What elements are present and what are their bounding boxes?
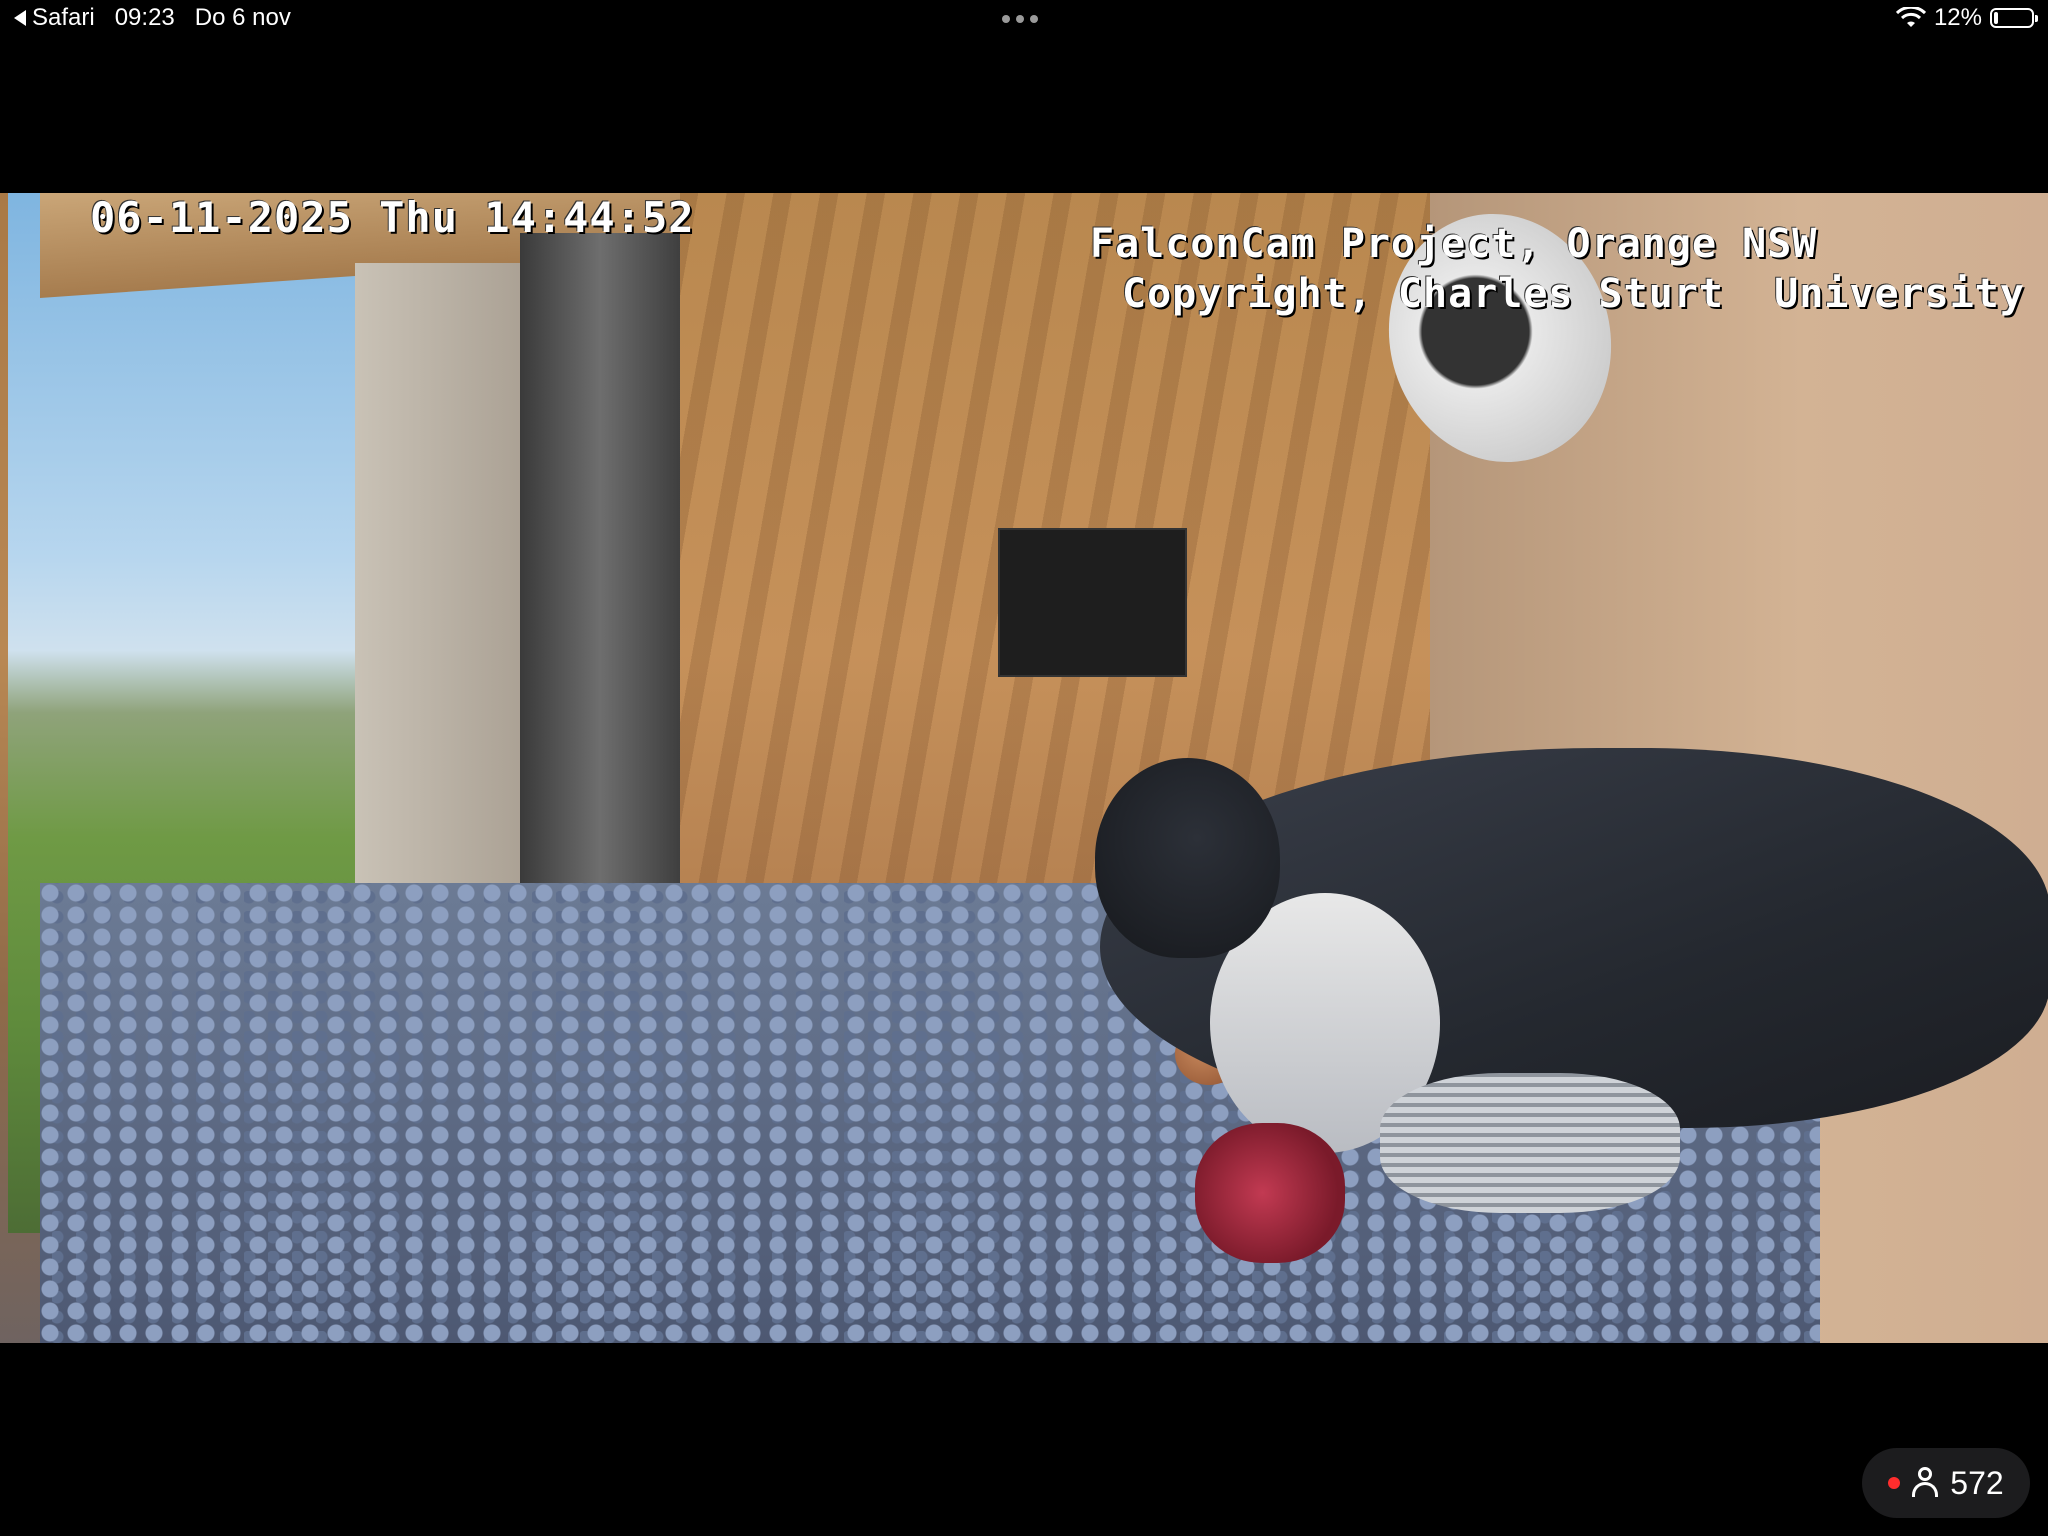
vent-grille <box>998 528 1187 677</box>
status-bar: Safari 09:23 Do 6 nov 12% <box>0 0 2048 40</box>
dot <box>1030 15 1038 23</box>
dot <box>1002 15 1010 23</box>
falcon-legs <box>1380 1073 1680 1213</box>
prey <box>1195 1123 1345 1263</box>
status-bar-right: 12% <box>1895 4 2038 32</box>
wifi-icon <box>1895 7 1926 27</box>
back-arrow-icon <box>14 10 26 26</box>
battery-percent: 12% <box>1933 4 1982 31</box>
battery-icon <box>1990 8 2038 28</box>
more-dots-icon[interactable] <box>1002 15 1038 23</box>
viewer-count: 572 <box>1950 1464 2004 1501</box>
person-icon <box>1910 1467 1940 1499</box>
falcon-head <box>1095 758 1280 958</box>
dot <box>1016 15 1024 23</box>
live-indicator <box>1888 1477 1901 1489</box>
status-time: 09:23 <box>114 4 175 31</box>
status-date: Do 6 nov <box>194 4 291 31</box>
video-credit-line-2: Copyright, Charles Sturt University <box>1122 271 2025 317</box>
video-credit-line-1: FalconCam Project, Orange NSW <box>1090 221 1818 267</box>
back-to-app-button[interactable]: Safari <box>14 4 95 32</box>
back-app-label: Safari <box>32 4 95 31</box>
status-bar-left: Safari 09:23 Do 6 nov <box>14 4 291 32</box>
video-player[interactable]: 06-11-2025 Thu 14:44:52 FalconCam Projec… <box>0 193 2048 1343</box>
video-timestamp: 06-11-2025 Thu 14:44:52 <box>90 193 695 242</box>
viewer-count-badge: 572 <box>1862 1448 2030 1518</box>
